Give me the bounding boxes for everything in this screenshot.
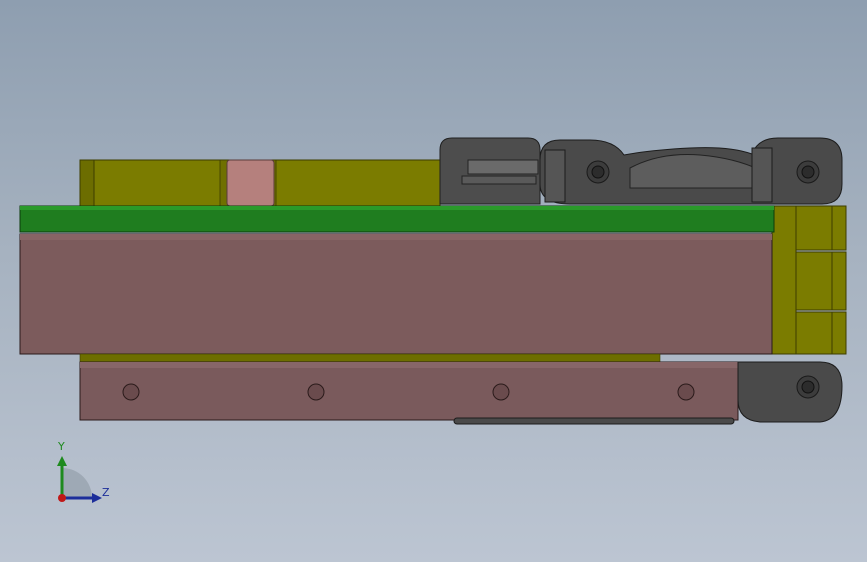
rail-mount-hole bbox=[492, 383, 510, 401]
lower-rail[interactable] bbox=[79, 361, 739, 421]
model-view[interactable] bbox=[0, 0, 867, 562]
y-axis-label: Y bbox=[58, 440, 65, 453]
triad-quadrant bbox=[62, 468, 92, 498]
main-body[interactable] bbox=[19, 233, 773, 355]
z-axis-label: Z bbox=[102, 486, 110, 499]
orientation-triad: Y Z bbox=[40, 436, 130, 516]
triad-origin bbox=[58, 494, 66, 502]
olive-end-blocks[interactable] bbox=[771, 205, 847, 355]
cad-viewport[interactable]: Y Z bbox=[0, 0, 867, 562]
green-pcb-strip[interactable] bbox=[19, 205, 775, 233]
cable-chain-top[interactable] bbox=[439, 137, 843, 205]
olive-lower-strip bbox=[79, 353, 661, 363]
rail-mount-hole bbox=[307, 383, 325, 401]
rail-mount-hole bbox=[122, 383, 140, 401]
pink-pin[interactable] bbox=[226, 159, 275, 207]
rail-mount-hole bbox=[677, 383, 695, 401]
